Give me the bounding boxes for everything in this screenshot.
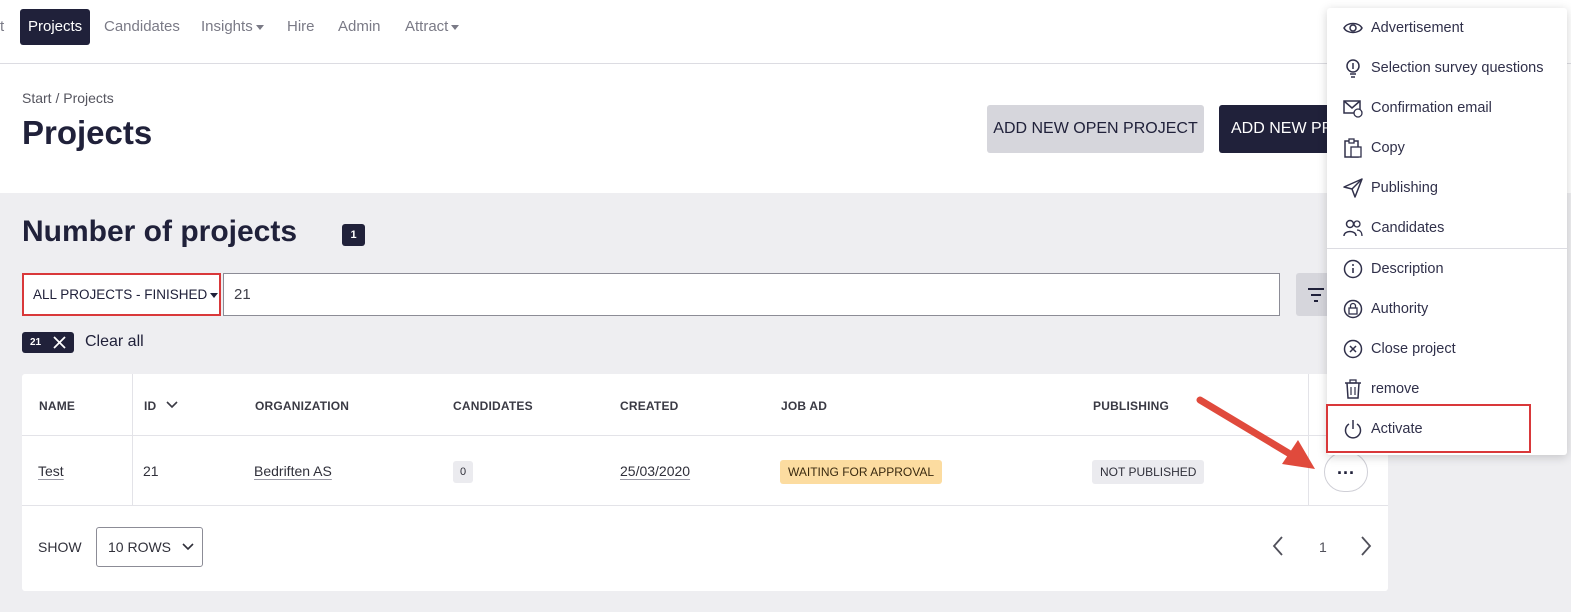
menu-item-publishing[interactable]: Publishing (1327, 168, 1567, 208)
close-circle-icon (1343, 339, 1363, 359)
project-name-link[interactable]: Test (38, 463, 64, 479)
organization-link[interactable]: Bedriften AS (254, 463, 332, 479)
projects-table: NAME ID ORGANIZATION CANDIDATES CREATED … (22, 374, 1388, 591)
chevron-down-icon (166, 401, 178, 409)
menu-item-copy[interactable]: Copy (1327, 128, 1567, 168)
current-page[interactable]: 1 (1319, 539, 1327, 555)
search-input[interactable]: 21 (223, 273, 1280, 316)
trash-icon (1345, 379, 1361, 399)
menu-item-advertisement[interactable]: Advertisement (1327, 8, 1567, 48)
job-ad-status-badge: WAITING FOR APPROVAL (780, 460, 943, 484)
menu-item-description[interactable]: Description (1327, 249, 1567, 289)
caret-down-icon (451, 24, 460, 30)
email-icon (1343, 100, 1363, 118)
row-separator (22, 505, 1388, 506)
created-date-link[interactable]: 25/03/2020 (620, 463, 690, 479)
publishing-status-badge: NOT PUBLISHED (1092, 460, 1205, 484)
project-count-badge: 1 (342, 224, 365, 246)
candidates-count-badge: 0 (453, 461, 474, 483)
info-icon (1343, 259, 1363, 279)
page-title: Projects (22, 114, 153, 151)
header-candidates[interactable]: CANDIDATES (453, 399, 533, 413)
project-id: 21 (143, 463, 159, 479)
nav-item-attract[interactable]: Attract (397, 9, 467, 45)
rows-per-page-select[interactable]: 10 ROWS (96, 527, 203, 567)
project-status-select[interactable]: ALL PROJECTS - FINISHED (22, 273, 221, 316)
more-icon: ... (1336, 458, 1355, 478)
lightbulb-icon (1346, 59, 1360, 78)
header-name[interactable]: NAME (39, 399, 75, 413)
menu-item-candidates[interactable]: Candidates (1327, 208, 1567, 248)
chevron-down-icon (182, 543, 194, 551)
header-created[interactable]: CREATED (620, 399, 679, 413)
row-actions-button[interactable]: ... (1324, 452, 1368, 492)
clear-all-link[interactable]: Clear all (85, 333, 144, 351)
menu-item-close-project[interactable]: Close project (1327, 329, 1567, 369)
people-icon (1343, 219, 1363, 237)
header-publishing[interactable]: PUBLISHING (1093, 399, 1169, 413)
clipboard-icon (1344, 138, 1362, 158)
menu-item-confirmation-email[interactable]: Confirmation email (1327, 88, 1567, 128)
breadcrumb[interactable]: Start / Projects (22, 90, 114, 106)
add-new-open-project-button[interactable]: ADD NEW OPEN PROJECT (987, 105, 1204, 153)
menu-item-authority[interactable]: Authority (1327, 289, 1567, 329)
nav-item-start[interactable]: t (0, 9, 12, 45)
nav-item-projects[interactable]: Projects (20, 9, 91, 45)
row-separator (22, 435, 1388, 436)
header-organization[interactable]: ORGANIZATION (255, 399, 349, 413)
header-job-ad[interactable]: JOB AD (781, 399, 827, 413)
nav-item-insights[interactable]: Insights (193, 9, 272, 45)
send-icon (1343, 178, 1363, 198)
show-label: SHOW (38, 539, 82, 555)
nav-item-hire[interactable]: Hire (279, 9, 323, 45)
header-id[interactable]: ID (144, 399, 179, 413)
nav-item-candidates[interactable]: Candidates (96, 9, 188, 45)
nav-item-admin[interactable]: Admin (330, 9, 389, 45)
menu-item-remove[interactable]: remove (1327, 369, 1567, 409)
activate-highlight-box (1326, 404, 1531, 453)
section-title: Number of projects (22, 215, 298, 248)
column-separator (132, 374, 133, 505)
filter-chip[interactable]: 21 (22, 332, 74, 353)
row-actions-menu: Advertisement Selection survey questions… (1327, 8, 1567, 455)
eye-icon (1343, 22, 1363, 34)
chevron-left-icon[interactable] (1270, 534, 1286, 558)
annotation-arrow-icon (1196, 396, 1315, 469)
caret-down-icon (210, 292, 219, 298)
lock-icon (1343, 299, 1363, 319)
menu-item-selection-survey-questions[interactable]: Selection survey questions (1327, 48, 1567, 88)
chevron-right-icon[interactable] (1358, 534, 1374, 558)
caret-down-icon (255, 24, 264, 30)
close-icon[interactable] (53, 336, 66, 349)
